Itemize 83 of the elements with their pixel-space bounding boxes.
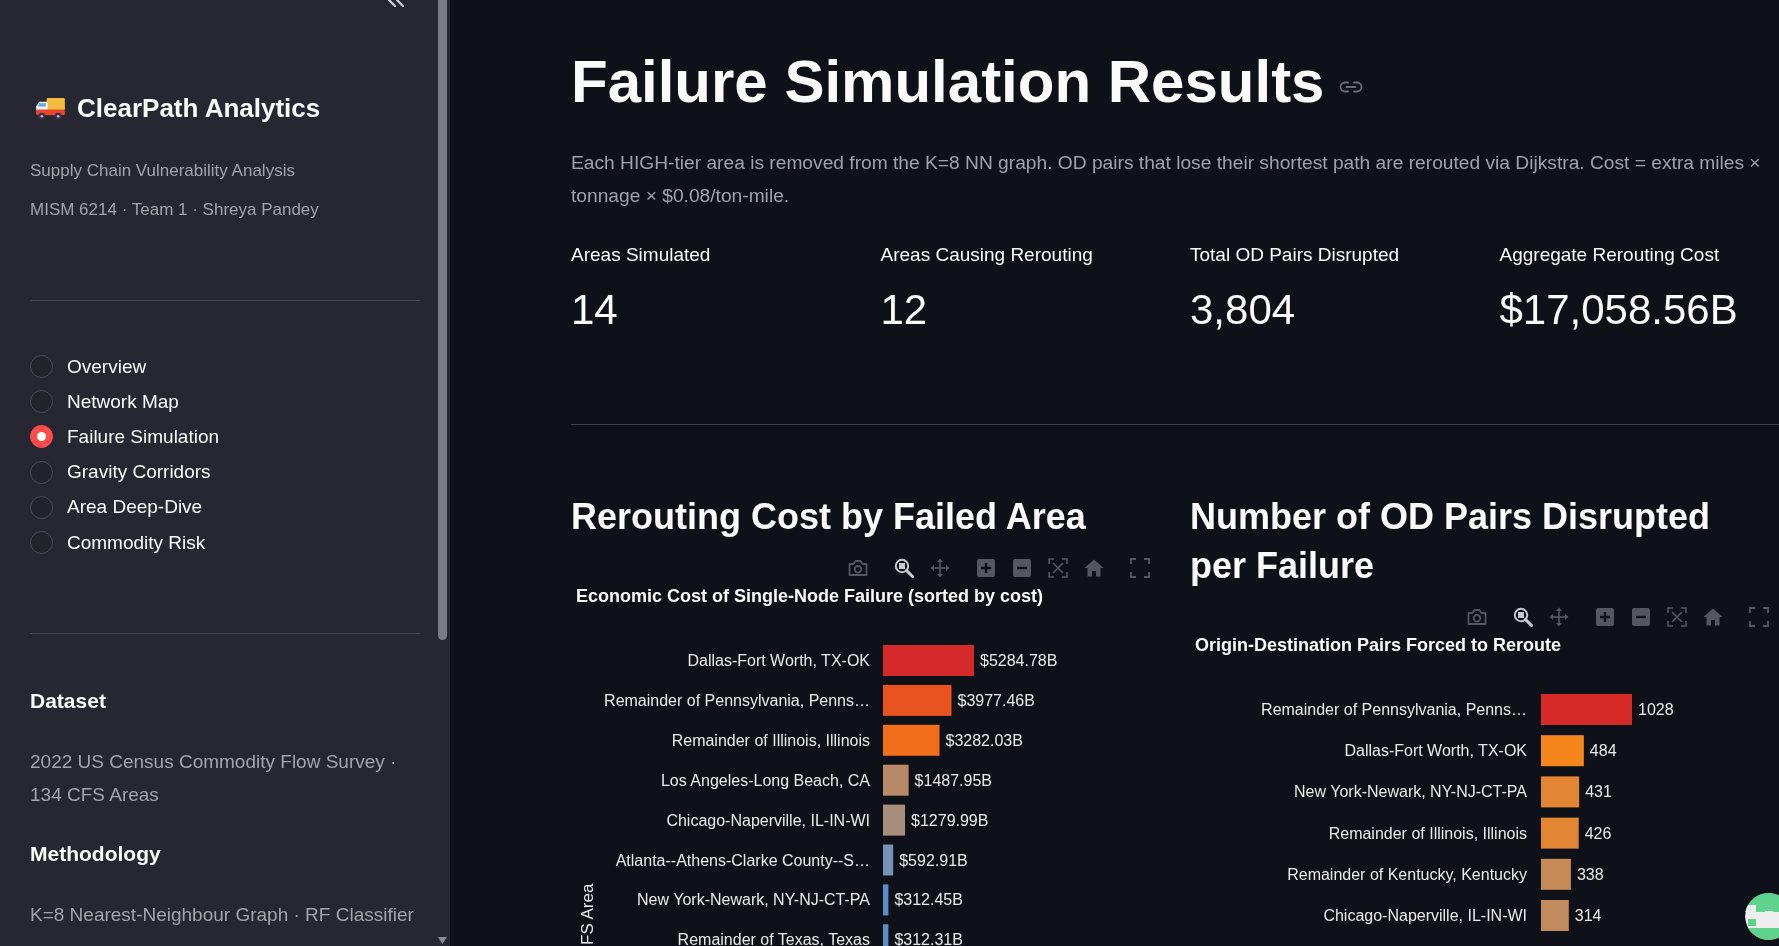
value-label: $3282.03B: [945, 731, 1023, 749]
value-label: 1028: [1638, 701, 1674, 718]
zoom-in-icon[interactable]: [976, 558, 996, 578]
nav-option[interactable]: Area Deep-Dive: [30, 489, 203, 525]
truck-icon: [35, 96, 66, 120]
chart-title: Economic Cost of Single-Node Failure (sorted by cost): [575, 585, 1044, 608]
category-label: Remainder of Illinois, Illinois: [671, 731, 870, 749]
category-label: Dallas-Fort Worth, TX-OK: [1344, 742, 1527, 760]
radio-icon[interactable]: [30, 531, 53, 555]
radio-icon[interactable]: [30, 390, 53, 414]
metric-value: 12: [880, 285, 928, 335]
sidebar-heading: Methodology: [30, 841, 162, 868]
section-heading: Rerouting Cost by Failed Area: [571, 495, 1087, 539]
page-title: Failure Simulation Results: [571, 47, 1325, 117]
value-label: $3977.46B: [957, 691, 1035, 709]
home-icon[interactable]: [1703, 607, 1723, 627]
radio-icon[interactable]: [30, 460, 53, 484]
fullscreen-icon[interactable]: [1749, 607, 1769, 627]
value-label: $312.45B: [894, 891, 963, 909]
nav-option[interactable]: Failure Simulation: [30, 419, 220, 455]
radio-icon[interactable]: [30, 425, 53, 449]
radio-icon[interactable]: [30, 355, 53, 379]
sidebar-heading: Dataset: [30, 688, 107, 715]
pixel-badge-icon[interactable]: [1745, 893, 1779, 940]
sidebar-text: K=8 Nearest-Neighbour Graph · RF Classifier: [30, 902, 415, 927]
value-label: $1279.99B: [911, 811, 989, 829]
autoscale-icon[interactable]: [1048, 558, 1068, 578]
value-label: 431: [1585, 783, 1612, 801]
fullscreen-icon[interactable]: [1130, 558, 1150, 578]
nav-option[interactable]: Overview: [30, 349, 147, 385]
sidebar-text: 2022 US Census Commodity Flow Survey · 134 CFS Areas: [30, 749, 398, 807]
value-label: $5284.78B: [980, 652, 1058, 669]
sidebar-caption: MISM 6214 · Team 1 · Shreya Pandey: [30, 199, 320, 221]
zoom-icon[interactable]: [1513, 607, 1533, 627]
nav-option[interactable]: Network Map: [30, 384, 179, 420]
category-label: Remainder of Pennsylvania, Penns…: [1261, 701, 1527, 718]
metric-label: Total OD Pairs Disrupted: [1190, 243, 1400, 267]
scroll-down-icon[interactable]: [438, 937, 447, 944]
pan-arrows-icon[interactable]: [1549, 607, 1569, 627]
value-label: 314: [1574, 907, 1602, 924]
sidebar-caption: Supply Chain Vulnerability Analysis: [30, 160, 296, 182]
zoom-icon[interactable]: [894, 558, 914, 578]
zoom-out-icon[interactable]: [1012, 558, 1032, 578]
nav-option[interactable]: Commodity Risk: [30, 524, 206, 561]
pan-arrows-icon[interactable]: [930, 558, 950, 578]
category-label: Remainder of Illinois, Illinois: [1328, 824, 1527, 842]
nav-option[interactable]: Gravity Corridors: [30, 454, 211, 490]
category-label: New York-Newark, NY-NJ-CT-PA: [637, 891, 870, 909]
value-label: 426: [1584, 824, 1612, 842]
value-label: $592.91B: [899, 851, 968, 869]
link-icon[interactable]: [1338, 81, 1363, 93]
category-label: Remainder of Pennsylvania, Penns…: [604, 691, 870, 709]
metric-value: $17,058.56B: [1499, 285, 1738, 335]
metric-label: Areas Simulated: [571, 243, 711, 267]
axis-title: FS Area: [578, 883, 597, 945]
radio-icon[interactable]: [30, 495, 53, 519]
autoscale-icon[interactable]: [1667, 607, 1687, 627]
category-label: Los Angeles-Long Beach, CA: [660, 771, 870, 789]
metric-value: 3,804: [1190, 285, 1296, 335]
metric-label: Aggregate Rerouting Cost: [1499, 243, 1720, 267]
value-label: $312.31B: [894, 931, 963, 946]
value-label: $1487.95B: [914, 771, 993, 789]
metric-label: Areas Causing Rerouting: [880, 243, 1093, 267]
category-label: Atlanta--Athens-Clarke County--S…: [615, 851, 870, 869]
category-label: Remainder of Kentucky, Kentucky: [1287, 865, 1527, 883]
page-description: Each HIGH-tier area is removed from the K=8 NN graph. OD pairs that lose their shortest path are rerouted via Dijkstra. Cost = extra miles × tonnage × $0.08/ton-mile.: [571, 150, 1762, 208]
camera-icon[interactable]: [848, 558, 868, 578]
scrollbar-thumb[interactable]: [438, 0, 447, 640]
value-label: 338: [1576, 865, 1604, 883]
category-label: New York-Newark, NY-NJ-CT-PA: [1294, 783, 1527, 801]
app-title: ClearPath Analytics: [77, 92, 321, 124]
category-label: Chicago-Naperville, IL-IN-WI: [666, 811, 870, 829]
zoom-out-icon[interactable]: [1631, 607, 1651, 627]
category-label: Chicago-Naperville, IL-IN-WI: [1323, 907, 1527, 924]
value-label: 484: [1589, 742, 1617, 760]
camera-icon[interactable]: [1467, 607, 1487, 627]
chart-title: Origin-Destination Pairs Forced to Reroute: [1194, 634, 1562, 657]
section-heading: Number of OD Pairs Disrupted per Failure: [1190, 495, 1712, 588]
home-icon[interactable]: [1084, 558, 1104, 578]
metric-value: 14: [571, 285, 618, 335]
category-label: Dallas-Fort Worth, TX-OK: [687, 652, 870, 669]
collapse-sidebar-icon[interactable]: [387, 0, 407, 7]
zoom-in-icon[interactable]: [1595, 607, 1615, 627]
